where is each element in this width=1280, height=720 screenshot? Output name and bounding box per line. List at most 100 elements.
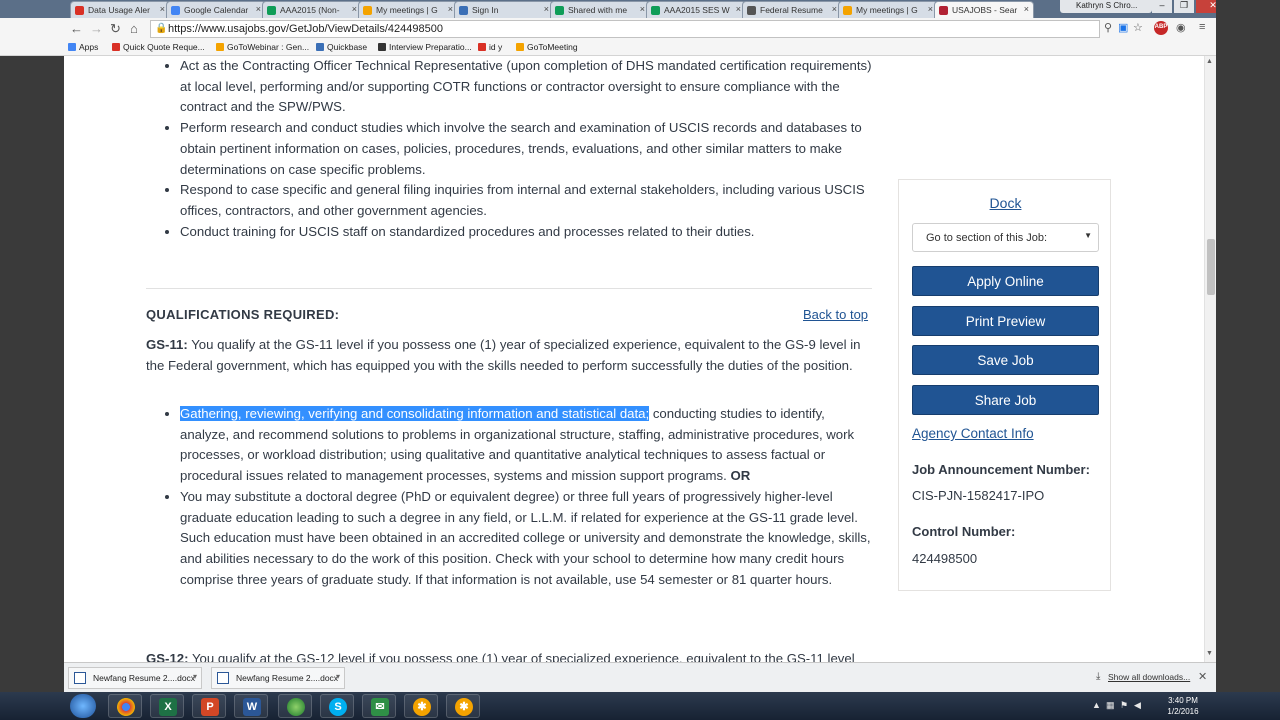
print-preview-button[interactable]: Print Preview bbox=[912, 306, 1099, 336]
tab-close-icon[interactable]: × bbox=[928, 4, 933, 14]
browser-tab[interactable]: Sign In × bbox=[454, 1, 554, 18]
browser-tab[interactable]: Federal Resume × bbox=[742, 1, 842, 18]
save-job-button[interactable]: Save Job bbox=[912, 345, 1099, 375]
tab-title: Sign In bbox=[472, 5, 499, 15]
home-icon[interactable]: ⌂ bbox=[130, 21, 138, 36]
chevron-down-icon[interactable]: ▾ bbox=[193, 672, 197, 681]
show-all-downloads-link[interactable]: Show all downloads... bbox=[1108, 672, 1190, 682]
tab-close-icon[interactable]: × bbox=[736, 4, 741, 14]
bookmark-item[interactable]: Quickbase bbox=[316, 42, 367, 52]
tab-close-icon[interactable]: × bbox=[1024, 4, 1029, 14]
share-job-button[interactable]: Share Job bbox=[912, 385, 1099, 415]
download-item[interactable]: Newfang Resume 2....docx ▾ bbox=[211, 667, 345, 689]
tab-title: AAA2015 (Non- bbox=[280, 5, 340, 15]
tray-icon[interactable]: ▲ bbox=[1092, 700, 1101, 710]
favicon-icon bbox=[171, 6, 180, 15]
browser-tab[interactable]: USAJOBS - Sear × bbox=[934, 1, 1034, 18]
browser-tab[interactable]: Google Calendar × bbox=[166, 1, 266, 18]
browser-tab[interactable]: My meetings | G × bbox=[358, 1, 458, 18]
windows-taskbar: X P W S ✉ ✱ ✱ ▲ ▦ ⚑ ◀ 3:40 PM 1/2/2016 bbox=[0, 692, 1280, 720]
powerpoint-icon[interactable]: P bbox=[192, 694, 226, 718]
favicon-icon bbox=[363, 6, 372, 15]
minimize-icon[interactable]: – bbox=[1152, 0, 1172, 13]
excel-icon[interactable]: X bbox=[150, 694, 184, 718]
bookmark-item[interactable]: Apps bbox=[68, 42, 98, 52]
tab-title: Google Calendar bbox=[184, 5, 249, 15]
address-bar[interactable]: 🔒 https://www.usajobs.gov/GetJob/ViewDet… bbox=[150, 20, 1100, 38]
duties-section: Act as the Contracting Officer Technical… bbox=[146, 56, 872, 242]
extension-icon[interactable]: ▣ bbox=[1118, 21, 1128, 34]
favicon-icon bbox=[267, 6, 276, 15]
scroll-thumb[interactable] bbox=[1207, 239, 1215, 295]
chevron-down-icon[interactable]: ▾ bbox=[336, 672, 340, 681]
bookmark-favicon-icon bbox=[68, 43, 76, 51]
tab-close-icon[interactable]: × bbox=[256, 4, 261, 14]
browser-tab[interactable]: AAA2015 SES W × bbox=[646, 1, 746, 18]
apply-online-button[interactable]: Apply Online bbox=[912, 266, 1099, 296]
close-icon[interactable]: ✕ bbox=[1198, 670, 1207, 683]
scroll-down-icon[interactable]: ▼ bbox=[1206, 650, 1213, 657]
gs12-paragraph: GS-12: You qualify at the GS-12 level if… bbox=[146, 649, 876, 662]
network-icon[interactable]: ▦ bbox=[1106, 700, 1115, 711]
tab-title: Data Usage Aler bbox=[88, 5, 150, 15]
tab-close-icon[interactable]: × bbox=[160, 4, 165, 14]
tab-close-icon[interactable]: × bbox=[448, 4, 453, 14]
profile-button[interactable]: Kathryn S Chro... bbox=[1060, 0, 1152, 13]
favicon-icon bbox=[939, 6, 948, 15]
flag-icon[interactable]: ⚑ bbox=[1120, 700, 1128, 711]
page-gutter-left bbox=[0, 56, 64, 662]
bookmark-label: GoToMeeting bbox=[527, 42, 578, 52]
gotomeeting-icon[interactable]: ✱ bbox=[404, 694, 438, 718]
scroll-up-icon[interactable]: ▲ bbox=[1206, 58, 1213, 65]
tab-close-icon[interactable]: × bbox=[352, 4, 357, 14]
agency-contact-link[interactable]: Agency Contact Info bbox=[912, 426, 1034, 441]
tab-close-icon[interactable]: × bbox=[544, 4, 549, 14]
back-icon[interactable]: ← bbox=[70, 21, 83, 36]
browser-tab[interactable]: My meetings | G × bbox=[838, 1, 938, 18]
selected-text[interactable]: Gathering, reviewing, verifying and cons… bbox=[180, 406, 650, 421]
bookmark-item[interactable]: id y bbox=[478, 42, 502, 52]
tab-strip: Data Usage Aler × Google Calendar × AAA2015 … bbox=[0, 0, 1280, 18]
bookmark-item[interactable]: Quick Quote Reque... bbox=[112, 42, 205, 52]
reload-icon[interactable]: ↻ bbox=[110, 21, 121, 37]
maximize-icon[interactable]: ❐ bbox=[1174, 0, 1194, 13]
list-item: Respond to case specific and general fil… bbox=[180, 180, 872, 221]
tab-title: AAA2015 SES W bbox=[664, 5, 730, 15]
bookmark-item[interactable]: GoToMeeting bbox=[516, 42, 578, 52]
bookmark-star-icon[interactable]: ☆ bbox=[1133, 21, 1143, 34]
forward-icon[interactable]: → bbox=[90, 21, 103, 36]
system-clock[interactable]: 3:40 PM 1/2/2016 bbox=[1158, 695, 1208, 717]
page-scrollbar[interactable]: ▲ ▼ bbox=[1204, 56, 1216, 662]
browser-tab[interactable]: Data Usage Aler × bbox=[70, 1, 170, 18]
section-select[interactable]: Go to section of this Job: ▼ bbox=[912, 223, 1099, 252]
extension-eye-icon[interactable]: ◉ bbox=[1176, 21, 1186, 34]
chat-icon[interactable]: ✉ bbox=[362, 694, 396, 718]
bookmark-item[interactable]: GoToWebinar : Gen... bbox=[216, 42, 309, 52]
chrome-icon[interactable] bbox=[108, 694, 142, 718]
bookmark-item[interactable]: Interview Preparatio... bbox=[378, 42, 472, 52]
announcement-number-value: CIS-PJN-1582417-IPO bbox=[912, 488, 1045, 503]
bookmarks-bar: Apps Quick Quote Reque... GoToWebinar : Ge… bbox=[0, 40, 1216, 56]
clock-date: 1/2/2016 bbox=[1167, 707, 1199, 716]
gs11-label: GS-11: bbox=[146, 337, 188, 352]
tab-close-icon[interactable]: × bbox=[832, 4, 837, 14]
word-icon[interactable]: W bbox=[234, 694, 268, 718]
skype-icon[interactable]: S bbox=[320, 694, 354, 718]
downloads-bar: Newfang Resume 2....docx ▾ Newfang Resum… bbox=[64, 662, 1216, 692]
browser-tab[interactable]: AAA2015 (Non- × bbox=[262, 1, 362, 18]
globe-icon[interactable] bbox=[278, 694, 312, 718]
start-button[interactable] bbox=[70, 694, 96, 718]
tab-close-icon[interactable]: × bbox=[640, 4, 645, 14]
browser-tab[interactable]: Shared with me × bbox=[550, 1, 650, 18]
adblock-icon[interactable]: ABP bbox=[1154, 21, 1168, 35]
volume-icon[interactable]: ◀ bbox=[1134, 700, 1141, 711]
menu-icon[interactable]: ≡ bbox=[1199, 21, 1205, 33]
dock-link[interactable]: Dock bbox=[899, 195, 1112, 211]
chevron-down-icon: ▼ bbox=[1084, 231, 1092, 240]
bookmark-label: Interview Preparatio... bbox=[389, 42, 472, 52]
secure-lock-icon: 🔒 bbox=[155, 23, 168, 34]
gotowebinar-icon[interactable]: ✱ bbox=[446, 694, 480, 718]
search-icon[interactable]: ⚲ bbox=[1104, 21, 1112, 34]
back-to-top-link[interactable]: Back to top bbox=[803, 307, 868, 322]
download-item[interactable]: Newfang Resume 2....docx ▾ bbox=[68, 667, 202, 689]
